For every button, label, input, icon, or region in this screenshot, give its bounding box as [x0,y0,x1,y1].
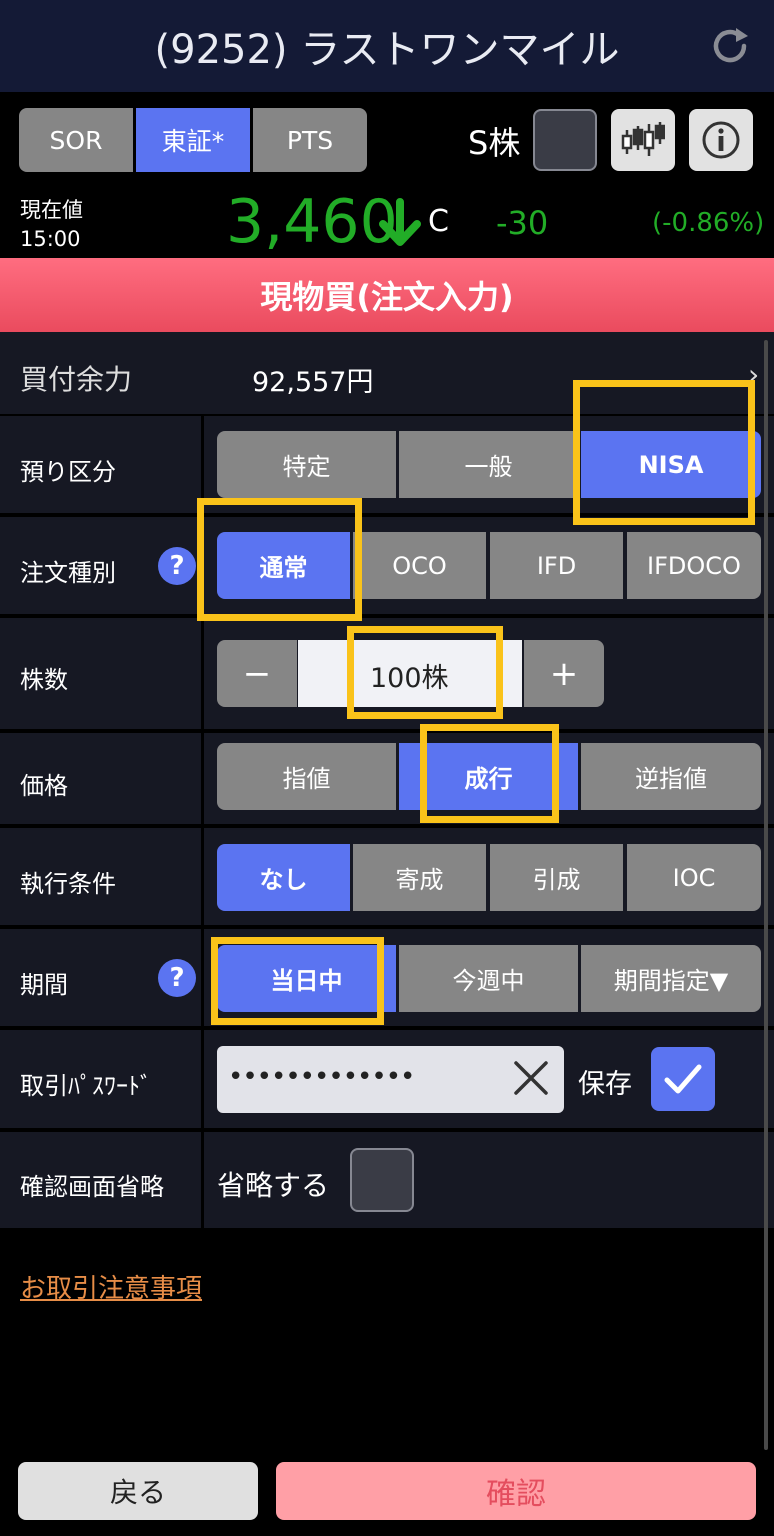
info-button[interactable] [689,109,753,171]
quantity-label: 株数 [20,666,68,694]
password-masked-value: ••••••••••••• [228,1062,415,1092]
save-password-checkbox[interactable] [651,1047,715,1111]
price-option-stop[interactable]: 逆指値 [581,743,761,810]
quantity-plus-button[interactable]: + [524,640,604,707]
order-banner: 現物買(注文入力) [0,258,774,332]
help-icon[interactable]: ? [158,547,196,585]
s-stock-checkbox[interactable] [533,109,597,171]
current-price-value: 3,460 [226,187,398,257]
price-option-limit[interactable]: 指値 [217,743,396,810]
page-title: (9252) ラストワンマイル [154,27,620,73]
trading-notice-link[interactable]: お取引注意事項 [20,1268,202,1305]
skip-confirm-option-label: 省略する [217,1169,330,1202]
highlight-box [197,498,362,621]
period-label: 期間 [20,971,68,999]
condition-option-open[interactable]: 寄成 [353,844,486,911]
account-option-ippan[interactable]: 一般 [399,431,578,498]
condition-option-none[interactable]: なし [217,844,350,911]
price-type-label: 価格 [20,772,68,800]
account-option-tokutei[interactable]: 特定 [217,431,396,498]
market-tab-pts[interactable]: PTS [253,108,367,172]
order-type-label: 注文種別 [20,559,116,587]
account-label: 預り区分 [20,458,116,486]
info-icon [702,121,740,159]
highlight-box [211,937,384,1025]
candlestick-chart-icon [621,122,665,156]
price-time: 15:00 [20,227,81,251]
order-type-option-ifd[interactable]: IFD [490,532,623,599]
refresh-icon[interactable] [708,24,752,68]
save-password-label: 保存 [578,1069,632,1100]
help-icon[interactable]: ? [158,959,196,997]
price-change-percent: (-0.86%) [652,208,765,238]
price-flag: C [428,204,449,239]
scrollbar[interactable] [764,340,768,1450]
buying-power-label: 買付余力 [20,363,133,396]
chart-button[interactable] [611,109,675,171]
password-label: 取引ﾊﾟｽﾜｰﾄﾞ [20,1072,152,1100]
buying-power-value: 92,557円 [252,367,374,398]
checkmark-icon [664,1064,702,1094]
order-type-option-ifdoco[interactable]: IFDOCO [627,532,761,599]
condition-option-close[interactable]: 引成 [490,844,623,911]
period-option-this-week[interactable]: 今週中 [399,945,578,1012]
price-change: -30 [496,204,549,242]
current-price-label: 現在値 15:00 [20,196,83,254]
skip-confirm-label: 確認画面省略 [20,1173,164,1201]
market-tab-tosho[interactable]: 東証* [136,108,250,172]
clear-icon[interactable] [511,1058,551,1098]
market-tab-sor[interactable]: SOR [19,108,133,172]
highlight-box [347,626,503,719]
skip-confirm-checkbox[interactable] [350,1148,414,1212]
confirm-button[interactable]: 確認 [276,1462,756,1520]
period-option-specify[interactable]: 期間指定▼ [581,945,761,1012]
condition-label: 執行条件 [20,870,116,898]
quantity-minus-button[interactable]: − [217,640,297,707]
highlight-box [420,724,559,823]
back-button[interactable]: 戻る [18,1462,258,1520]
order-type-option-oco[interactable]: OCO [353,532,486,599]
current-price-caption: 現在値 [20,198,83,222]
arrow-down-icon [379,198,421,246]
s-stock-label: S株 [468,124,521,162]
highlight-box [573,380,755,525]
condition-option-ioc[interactable]: IOC [627,844,761,911]
